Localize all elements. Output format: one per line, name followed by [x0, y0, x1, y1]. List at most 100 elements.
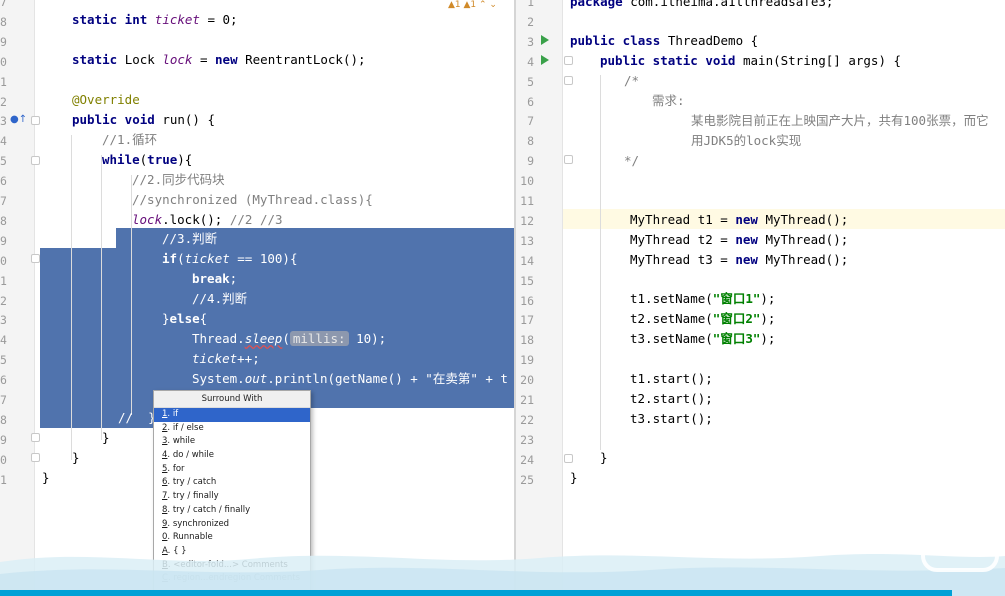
- popup-item[interactable]: 8. try / catch / finally: [154, 504, 310, 518]
- line-number: 15: [520, 273, 534, 288]
- code-line[interactable]: 用JDK5的lock实现: [691, 131, 801, 151]
- line-number: 3: [0, 114, 7, 129]
- code-line-selected[interactable]: //3.判断: [162, 229, 217, 249]
- run-icon[interactable]: [541, 55, 549, 65]
- line-number: 1: [0, 472, 7, 487]
- popup-item[interactable]: 6. try / catch: [154, 476, 310, 490]
- code-line[interactable]: }: [570, 468, 578, 488]
- popup-item-label: . Runnable: [167, 532, 213, 543]
- code-line[interactable]: //1.循环: [102, 130, 157, 150]
- video-progress-bar[interactable]: [0, 590, 952, 596]
- run-icon[interactable]: [541, 35, 549, 45]
- fold-marker[interactable]: [564, 155, 573, 164]
- code-line-selected[interactable]: System.out.println(getName() + "在卖第" + t: [192, 369, 508, 389]
- code-line[interactable]: t2.setName("窗口2");: [630, 309, 775, 329]
- line-number: 18: [520, 333, 534, 348]
- fold-marker[interactable]: [564, 454, 573, 463]
- line-number: 24: [520, 452, 534, 467]
- line-number: 7: [0, 194, 7, 208]
- line-number: 8: [527, 134, 534, 149]
- code-line[interactable]: static int ticket = 0;: [72, 10, 238, 30]
- warning-icon[interactable]: ▲1 ▲1 ⌃ ⌄: [448, 0, 497, 10]
- popup-item-label: . try / finally: [167, 491, 219, 502]
- line-number: 8: [0, 213, 7, 228]
- line-number: 21: [520, 393, 534, 407]
- code-line[interactable]: //synchronized (MyThread.class){: [132, 190, 373, 210]
- popup-item[interactable]: 9. synchronized: [154, 518, 310, 532]
- popup-title: Surround With: [154, 391, 310, 408]
- parameter-hint: millis:: [289, 331, 349, 346]
- override-icon[interactable]: ●↑: [10, 114, 27, 125]
- popup-item[interactable]: 2. if / else: [154, 422, 310, 436]
- popup-item[interactable]: 0. Runnable: [154, 531, 310, 545]
- line-number: 6: [527, 94, 534, 109]
- code-line-selected[interactable]: //4.判断: [192, 289, 247, 309]
- code-line-selected[interactable]: // }: [118, 408, 156, 428]
- line-number: 4: [0, 333, 7, 348]
- indent-guide: [101, 155, 102, 440]
- code-line[interactable]: t3.start();: [630, 409, 713, 429]
- code-line[interactable]: }: [42, 468, 50, 488]
- code-line-selected[interactable]: break;: [192, 269, 237, 289]
- fold-marker[interactable]: [31, 254, 40, 263]
- code-line[interactable]: */: [624, 151, 639, 171]
- code-line[interactable]: //2.同步代码块: [132, 170, 225, 190]
- code-line[interactable]: @Override: [72, 90, 140, 110]
- code-line-selected[interactable]: Thread.sleep(millis: 10);: [192, 329, 386, 349]
- code-line[interactable]: t3.setName("窗口3");: [630, 329, 775, 349]
- code-line[interactable]: public static void main(String[] args) {: [600, 51, 901, 71]
- code-line[interactable]: 需求:: [652, 91, 685, 111]
- code-line-selected[interactable]: ticket++;: [192, 349, 260, 369]
- fold-marker[interactable]: [31, 156, 40, 165]
- code-line[interactable]: 某电影院目前正在上映国产大片，共有100张票，而它: [691, 111, 989, 131]
- line-number: 3: [0, 313, 7, 328]
- popup-item[interactable]: 3. while: [154, 435, 310, 449]
- code-line[interactable]: while(true){: [102, 150, 192, 170]
- code-line[interactable]: MyThread t3 = new MyThread();: [630, 250, 848, 270]
- line-number: 8: [0, 412, 7, 427]
- popup-item[interactable]: 1. if: [154, 408, 310, 422]
- line-number: 5: [0, 154, 7, 169]
- popup-item-label: . synchronized: [167, 518, 230, 529]
- fold-marker[interactable]: [564, 56, 573, 65]
- code-line[interactable]: MyThread t1 = new MyThread();: [630, 210, 848, 230]
- code-line-selected[interactable]: }else{: [162, 309, 207, 329]
- fold-marker[interactable]: [564, 76, 573, 85]
- line-number: 1: [0, 74, 7, 89]
- code-line[interactable]: public class ThreadDemo {: [570, 31, 758, 51]
- fold-marker[interactable]: [31, 433, 40, 442]
- code-line[interactable]: static Lock lock = new ReentrantLock();: [72, 50, 366, 70]
- popup-item-label: . do / while: [167, 450, 214, 461]
- line-number: 16: [520, 293, 534, 308]
- code-line[interactable]: t2.start();: [630, 389, 713, 409]
- line-number: 8: [0, 14, 7, 29]
- line-number: 10: [520, 174, 534, 189]
- code-line[interactable]: public void run() {: [72, 110, 215, 130]
- code-line[interactable]: /*: [624, 71, 639, 91]
- code-line[interactable]: lock.lock(); //2 //3: [132, 210, 283, 230]
- fold-marker[interactable]: [31, 116, 40, 125]
- popup-item[interactable]: 4. do / while: [154, 449, 310, 463]
- code-line-selected[interactable]: if(ticket == 100){: [162, 249, 297, 269]
- line-number: 0: [0, 253, 7, 268]
- line-number: 11: [520, 194, 534, 208]
- popup-item[interactable]: 5. for: [154, 463, 310, 477]
- line-number: 6: [0, 373, 7, 388]
- code-line[interactable]: }: [72, 448, 80, 468]
- line-number: 9: [527, 154, 534, 169]
- line-number: 25: [520, 472, 534, 487]
- code-line[interactable]: t1.start();: [630, 369, 713, 389]
- line-number: 9: [0, 233, 7, 248]
- line-number: 7: [0, 393, 7, 407]
- code-line[interactable]: t1.setName("窗口1");: [630, 289, 775, 309]
- code-line[interactable]: package com.itheima.a1lthreadsafe3;: [570, 0, 833, 12]
- code-line[interactable]: MyThread t2 = new MyThread();: [630, 230, 848, 250]
- line-number: 19: [520, 353, 534, 368]
- line-number: 7: [527, 114, 534, 129]
- popup-item[interactable]: 7. try / finally: [154, 490, 310, 504]
- video-overlay-wave: [0, 554, 1005, 596]
- code-line[interactable]: }: [102, 428, 110, 448]
- fold-marker[interactable]: [31, 453, 40, 462]
- code-line[interactable]: }: [600, 448, 608, 468]
- indent-guide: [71, 135, 72, 460]
